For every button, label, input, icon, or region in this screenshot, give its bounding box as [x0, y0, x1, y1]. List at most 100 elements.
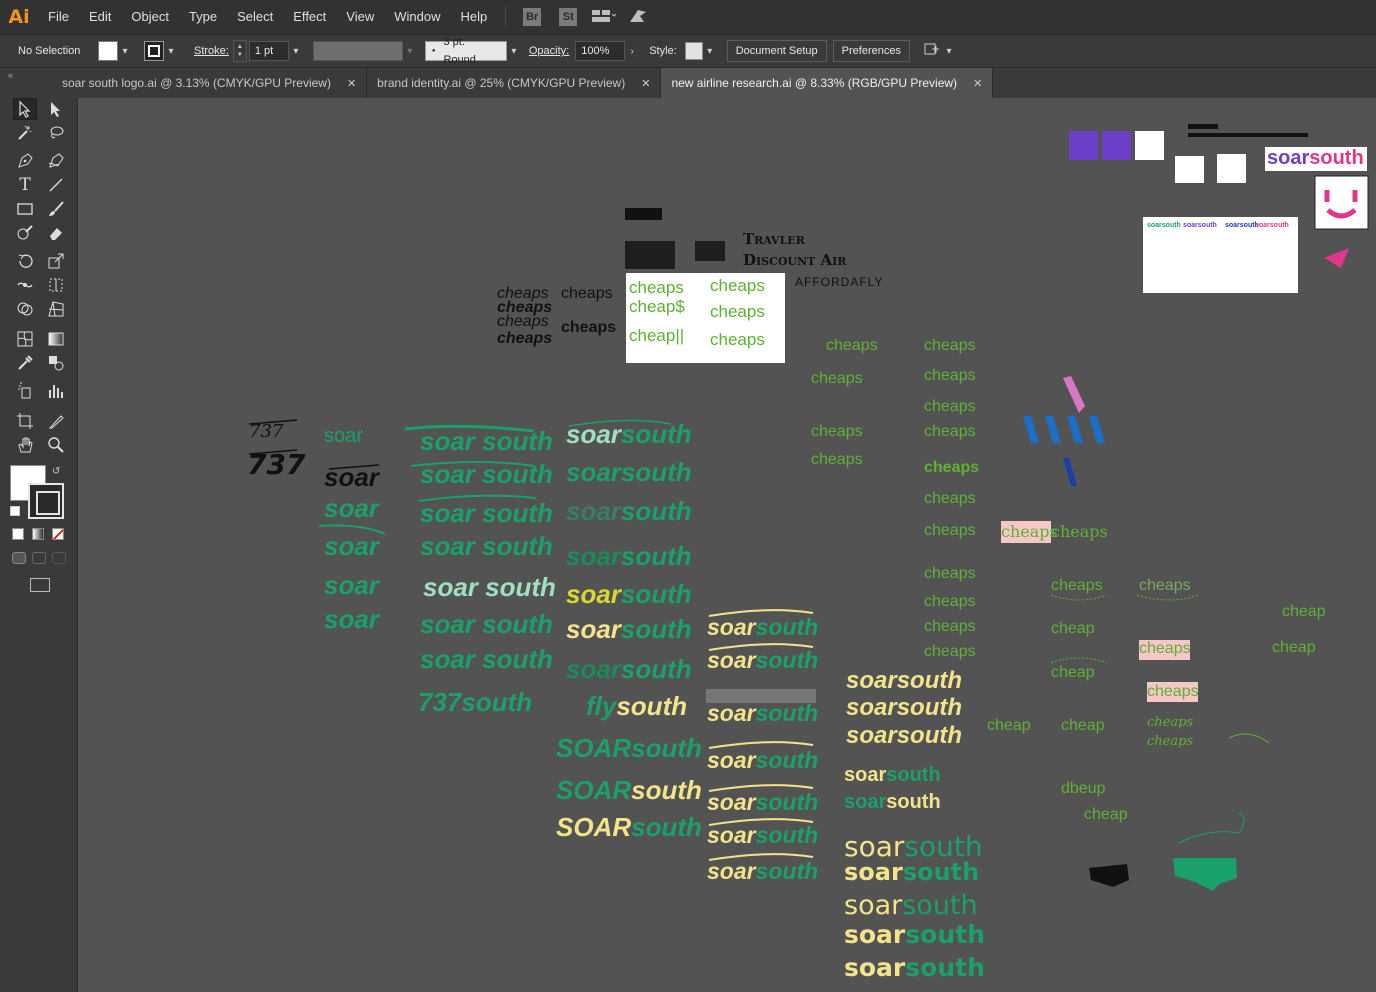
- wordmark-cheap-dollar[interactable]: cheap$: [629, 298, 685, 315]
- brush-definition[interactable]: ● 3 pt. Round: [424, 36, 507, 66]
- wordmark-cheaps[interactable]: cheaps: [811, 424, 863, 440]
- wordmark-cheap[interactable]: cheap: [1272, 640, 1316, 656]
- wordmark-cheaps[interactable]: cheaps: [924, 491, 976, 507]
- wordmark-soar[interactable]: soar: [324, 495, 379, 521]
- menu-type[interactable]: Type: [179, 0, 227, 34]
- tab-soar-south-logo[interactable]: soar south logo.ai @ 3.13% (CMYK/GPU Pre…: [52, 68, 368, 98]
- wordmark-south[interactable]: south: [903, 858, 979, 886]
- draw-normal-icon[interactable]: [12, 552, 26, 564]
- menu-window[interactable]: Window: [384, 0, 450, 34]
- style-dropdown-icon[interactable]: ▾: [703, 46, 717, 57]
- magic-wand-tool-icon[interactable]: [13, 122, 37, 144]
- wordmark-south[interactable]: south: [902, 890, 977, 921]
- workspace-layout-icon[interactable]: [592, 9, 617, 26]
- wordmark-soar-south[interactable]: soar south: [420, 533, 553, 559]
- wordmark-soarsouth-small[interactable]: soarsouth: [1225, 222, 1259, 229]
- wordmark-cheaps[interactable]: cheaps: [629, 279, 684, 296]
- wordmark-soar[interactable]: soar: [844, 953, 905, 982]
- variable-width-profile[interactable]: [312, 41, 403, 61]
- selection-tool-icon[interactable]: [13, 98, 37, 120]
- wordmark-soar[interactable]: soar: [844, 920, 905, 949]
- wordmark-south[interactable]: south: [756, 614, 819, 640]
- wordmark-cheap[interactable]: cheap: [1282, 604, 1326, 620]
- wordmark-cheaps[interactable]: cheaps: [924, 566, 976, 582]
- wordmark-south[interactable]: south: [616, 691, 687, 721]
- preferences-button[interactable]: Preferences: [832, 40, 910, 62]
- wordmark-cheaps[interactable]: cheaps: [1051, 524, 1108, 540]
- close-icon[interactable]: ✕: [347, 77, 356, 90]
- draw-behind-icon[interactable]: [32, 552, 46, 564]
- wordmark-south[interactable]: south: [756, 747, 819, 773]
- symbol-sprayer-tool-icon[interactable]: [13, 380, 37, 402]
- menu-file[interactable]: File: [38, 0, 79, 34]
- wordmark-soar-caps[interactable]: SOAR: [556, 812, 631, 842]
- curvature-tool-icon[interactable]: [44, 150, 68, 172]
- wordmark-soar[interactable]: soar: [566, 419, 621, 449]
- wordmark-soar-south[interactable]: soar south: [423, 574, 556, 600]
- wordmark-soar-caps[interactable]: SOAR: [556, 733, 631, 763]
- wordmark-cheaps[interactable]: cheaps: [710, 331, 765, 348]
- wordmark-cheaps[interactable]: cheaps: [561, 320, 616, 336]
- wordmark-soar[interactable]: soar: [324, 533, 379, 559]
- wordmark-cheap[interactable]: cheap: [1051, 665, 1095, 681]
- wordmark-soar[interactable]: soar: [566, 614, 621, 644]
- column-graph-tool-icon[interactable]: [44, 380, 68, 402]
- stroke-weight-stepper[interactable]: ▲ ▼: [232, 40, 247, 62]
- zoom-tool-icon[interactable]: [44, 434, 68, 456]
- wordmark-cheaps[interactable]: cheaps: [497, 331, 552, 347]
- collapse-panels-icon[interactable]: «: [8, 70, 13, 80]
- wordmark-south[interactable]: south: [621, 579, 692, 609]
- shaper-tool-icon[interactable]: [13, 222, 37, 244]
- wordmark-south[interactable]: south: [886, 791, 940, 813]
- wordmark-south[interactable]: south: [631, 775, 702, 805]
- wordmark-cheaps[interactable]: cheaps: [1147, 716, 1193, 729]
- wordmark-soarsouth[interactable]: soarsouth: [846, 724, 962, 748]
- fill-swatch[interactable]: [98, 41, 118, 61]
- draw-inside-icon[interactable]: [52, 552, 66, 564]
- rotate-tool-icon[interactable]: [13, 250, 37, 272]
- wordmark-soarsouth-small[interactable]: soarsouth: [1147, 222, 1181, 229]
- wordmark-cheaps[interactable]: cheaps: [811, 371, 863, 387]
- wordmark-soar[interactable]: soar: [844, 890, 902, 921]
- lasso-tool-icon[interactable]: [44, 122, 68, 144]
- gradient-mode-icon[interactable]: [32, 528, 44, 540]
- wordmark-south[interactable]: south: [631, 812, 702, 842]
- wordmark-cheaps[interactable]: cheaps: [924, 338, 976, 354]
- pen-tool-icon[interactable]: [13, 150, 37, 172]
- free-transform-tool-icon[interactable]: [44, 274, 68, 296]
- swap-fill-stroke-icon[interactable]: ↺: [52, 466, 60, 477]
- wordmark-cheaps[interactable]: cheaps: [1139, 641, 1191, 657]
- paintbrush-tool-icon[interactable]: [44, 198, 68, 220]
- wordmark-soar[interactable]: soar: [844, 764, 886, 786]
- wordmark-cheaps[interactable]: cheaps: [924, 368, 976, 384]
- wordmark-cheaps[interactable]: cheaps: [1139, 578, 1191, 594]
- wordmark-cheap[interactable]: cheap: [1084, 807, 1128, 823]
- profile-dropdown-icon[interactable]: ▾: [403, 46, 417, 57]
- close-icon[interactable]: ✕: [973, 77, 982, 90]
- bridge-button[interactable]: Br: [523, 8, 542, 26]
- line-segment-tool-icon[interactable]: [44, 174, 68, 196]
- brush-dropdown-icon[interactable]: ▾: [507, 46, 521, 57]
- wordmark-cheaps[interactable]: cheaps: [924, 619, 976, 635]
- direct-selection-tool-icon[interactable]: [44, 98, 68, 120]
- default-fill-stroke-icon[interactable]: [10, 506, 20, 516]
- wordmark-soar[interactable]: soar: [707, 789, 756, 815]
- wordmark-cheaps[interactable]: cheaps: [924, 594, 976, 610]
- color-mode-icon[interactable]: [12, 528, 24, 540]
- menu-effect[interactable]: Effect: [283, 0, 336, 34]
- wordmark-south[interactable]: south: [756, 700, 819, 726]
- gpu-performance-icon[interactable]: [628, 8, 648, 27]
- wordmark-south[interactable]: south: [756, 789, 819, 815]
- wordmark-soar-south[interactable]: soar south: [420, 500, 553, 526]
- arrange-documents-icon[interactable]: [922, 43, 942, 60]
- wordmark-cheaps[interactable]: cheaps: [826, 338, 878, 354]
- scale-tool-icon[interactable]: [44, 250, 68, 272]
- wordmark-soar-south[interactable]: soar south: [420, 428, 553, 454]
- wordmark-cheaps[interactable]: cheaps: [1001, 524, 1058, 540]
- shape-builder-tool-icon[interactable]: [13, 298, 37, 320]
- wordmark-soarsouth-small[interactable]: soarsouth: [1149, 164, 1175, 170]
- wordmark-cheaps[interactable]: cheaps: [1147, 684, 1199, 700]
- wordmark-cheaps[interactable]: cheaps: [924, 424, 976, 440]
- wordmark-cheap[interactable]: cheap: [1051, 621, 1095, 637]
- opacity-label[interactable]: Opacity:: [529, 45, 569, 57]
